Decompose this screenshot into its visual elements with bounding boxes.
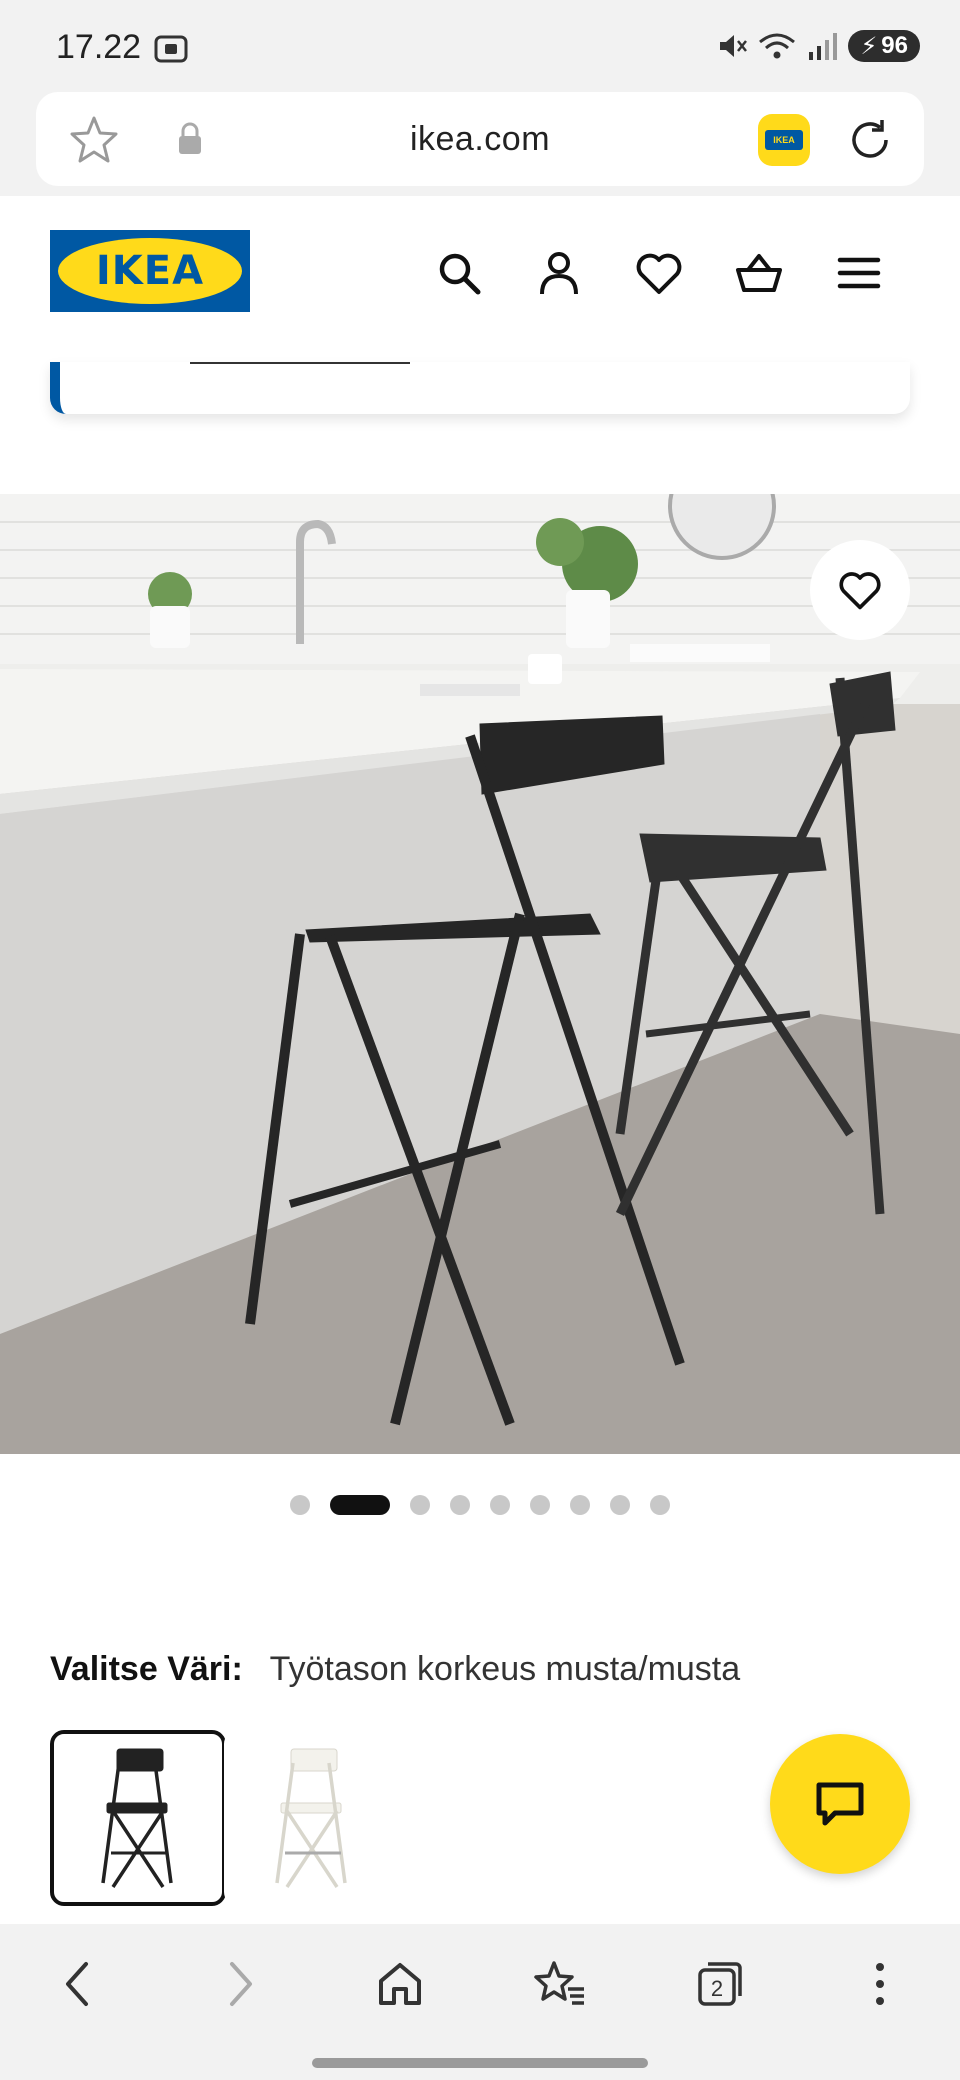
carousel-dots xyxy=(0,1494,960,1516)
carousel-dot[interactable] xyxy=(290,1495,310,1515)
logo-oval: IKEA xyxy=(58,238,242,304)
color-swatch-black[interactable] xyxy=(50,1730,226,1906)
account-icon[interactable] xyxy=(534,248,584,298)
menu-icon[interactable] xyxy=(834,248,884,298)
more-options-button[interactable] xyxy=(850,1954,910,2014)
product-photo xyxy=(0,494,960,1454)
mute-icon xyxy=(720,35,748,57)
site-header: IKEA xyxy=(0,196,960,362)
carousel-dot[interactable] xyxy=(570,1495,590,1515)
white-stool-thumbnail xyxy=(275,1748,347,1888)
tabs-icon: 2 xyxy=(698,1962,742,2006)
forward-button[interactable] xyxy=(210,1954,270,2014)
color-picker-label: Valitse Väri: Työtason korkeus musta/mus… xyxy=(50,1650,740,1689)
url-bar[interactable]: ikea.com IKEA xyxy=(36,92,924,186)
carousel-dot[interactable] xyxy=(410,1495,430,1515)
carousel-dot[interactable] xyxy=(650,1495,670,1515)
site-app-badge[interactable]: IKEA xyxy=(758,114,810,166)
reload-icon[interactable] xyxy=(842,112,898,168)
ikea-badge-logo: IKEA xyxy=(765,130,803,150)
more-vertical-icon xyxy=(876,1963,884,2005)
status-right: ⚡ 96 xyxy=(716,30,920,62)
logo-text: IKEA xyxy=(95,248,205,294)
color-label-value: Työtason korkeus musta/musta xyxy=(269,1650,741,1688)
wifi-icon xyxy=(759,33,796,59)
screenshot-icon xyxy=(154,35,188,63)
home-button[interactable] xyxy=(370,1954,430,2014)
browser-toolbar: ikea.com IKEA xyxy=(0,92,960,196)
carousel-dot[interactable] xyxy=(330,1495,390,1515)
chat-icon xyxy=(816,1782,864,1826)
forward-arrow-icon xyxy=(230,1962,252,2006)
tabs-count: 2 xyxy=(711,1976,723,2001)
status-bar: 17.22 ⚡ 96 xyxy=(0,0,960,92)
color-label-key: Valitse Väri: xyxy=(50,1650,243,1688)
battery-indicator: ⚡ 96 xyxy=(848,30,920,62)
image-wishlist-button[interactable] xyxy=(810,540,910,640)
bookmarks-button[interactable] xyxy=(530,1954,590,2014)
status-time: 17.22 xyxy=(56,28,142,66)
browser-bottom-nav: 2 xyxy=(0,1924,960,2080)
gesture-bar xyxy=(312,2058,648,2068)
carousel-dot[interactable] xyxy=(490,1495,510,1515)
wishlist-icon[interactable] xyxy=(634,248,684,298)
basket-icon[interactable] xyxy=(734,248,784,298)
home-icon xyxy=(379,1963,421,2005)
product-image[interactable] xyxy=(0,494,960,1454)
charging-icon: ⚡ xyxy=(860,32,878,60)
carousel-dot[interactable] xyxy=(450,1495,470,1515)
back-arrow-icon xyxy=(66,1962,88,2006)
carousel-dot[interactable] xyxy=(610,1495,630,1515)
notice-card xyxy=(50,362,910,414)
tabs-button[interactable]: 2 xyxy=(690,1954,750,2014)
battery-level: 96 xyxy=(881,32,908,59)
carousel-dot[interactable] xyxy=(530,1495,550,1515)
signal-icon xyxy=(809,33,838,60)
black-stool-thumbnail xyxy=(101,1748,173,1888)
heart-icon xyxy=(839,572,881,610)
search-icon[interactable] xyxy=(434,248,484,298)
ikea-logo[interactable]: IKEA xyxy=(50,230,250,312)
color-swatch-white[interactable] xyxy=(224,1730,400,1906)
bookmarks-icon xyxy=(534,1961,584,2005)
chat-button[interactable] xyxy=(770,1734,910,1874)
back-button[interactable] xyxy=(48,1954,108,2014)
notice-underline xyxy=(190,362,410,364)
